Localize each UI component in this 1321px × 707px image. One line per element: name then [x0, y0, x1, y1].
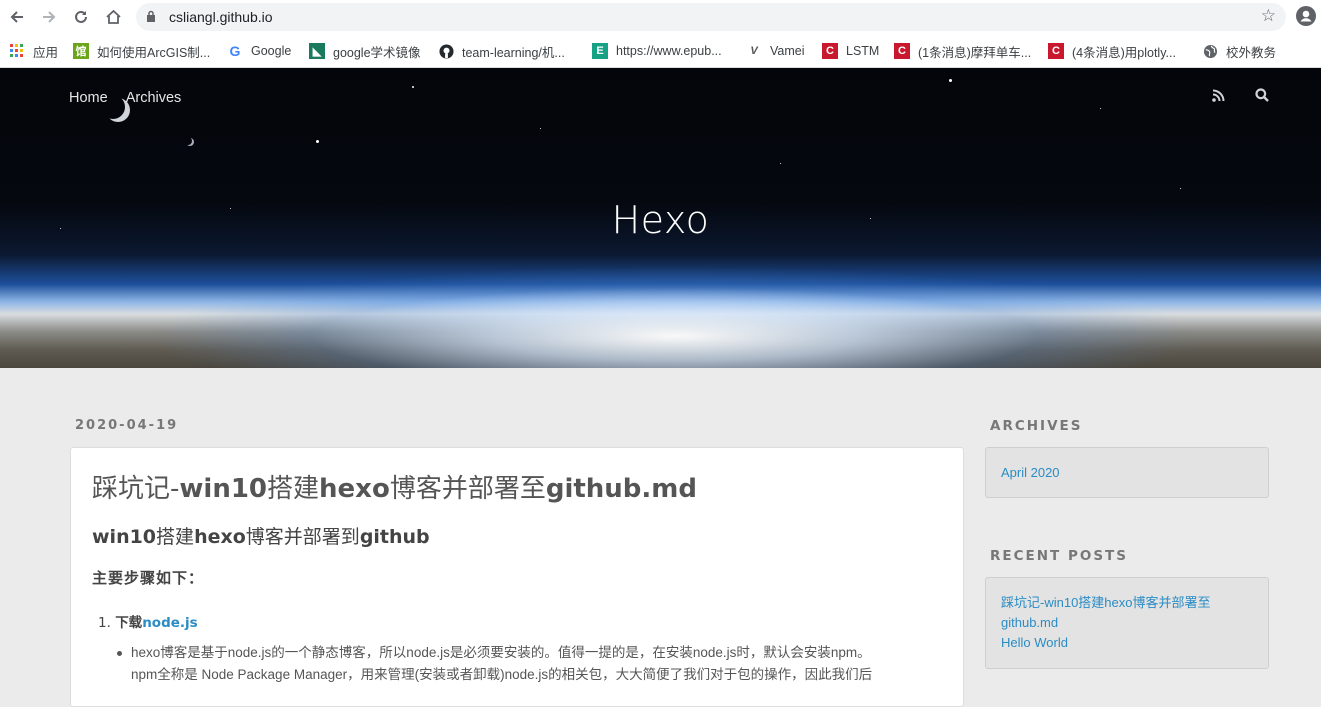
article-heading: win10搭建hexo博客并部署到github: [92, 526, 430, 548]
bookmark-star-icon[interactable]: ☆: [1261, 6, 1276, 26]
csdn-icon: C: [1048, 43, 1064, 59]
nodejs-link[interactable]: node.js: [142, 615, 198, 631]
epub-icon: E: [592, 43, 608, 59]
browser-toolbar: csliangl.github.io ☆: [0, 0, 1321, 34]
archives-heading: ARCHIVES: [990, 418, 1083, 434]
csdn-icon: C: [822, 43, 838, 59]
profile-avatar-icon[interactable]: [1296, 6, 1316, 26]
star-decoration: [1100, 108, 1101, 109]
recent-post-link[interactable]: github.md: [1001, 613, 1253, 633]
article-title[interactable]: 踩坑记-win10搭建hexo博客并部署至github.md: [92, 468, 697, 505]
library-icon: 馆: [73, 43, 89, 59]
reload-icon[interactable]: [70, 6, 92, 28]
scholar-icon: ◣: [309, 43, 325, 59]
address-bar[interactable]: csliangl.github.io ☆: [136, 3, 1286, 31]
apps-grid-icon: [9, 43, 25, 59]
bookmark-label: 校外教务: [1226, 45, 1277, 60]
recent-posts-heading: RECENT POSTS: [990, 548, 1128, 564]
recent-post-link[interactable]: Hello World: [1001, 633, 1253, 653]
bookmark-apps[interactable]: 应用: [9, 41, 58, 61]
recent-posts-widget: 踩坑记-win10搭建hexo博客并部署至 github.md Hello Wo…: [985, 577, 1269, 669]
globe-icon: [1202, 43, 1218, 59]
archives-widget: April 2020: [985, 447, 1269, 498]
paragraph-line: npm全称是 Node Package Manager，用来管理(安装或者卸载)…: [131, 667, 873, 682]
list-item: 1. 下载node.js: [98, 615, 198, 631]
article-card: 踩坑记-win10搭建hexo博客并部署至github.md win10搭建he…: [70, 447, 964, 707]
url-text: csliangl.github.io: [169, 9, 273, 25]
recent-post-link[interactable]: 踩坑记-win10搭建hexo博客并部署至: [1001, 593, 1253, 613]
star-decoration: [949, 79, 952, 82]
bookmark-label: 应用: [33, 45, 59, 60]
bookmark-mobike[interactable]: C (1条消息)摩拜单车...: [894, 41, 1031, 61]
archive-link-april-2020[interactable]: April 2020: [1001, 463, 1253, 483]
bookmark-label: Vamei: [770, 44, 805, 58]
bookmark-label: team-learning/机...: [462, 45, 565, 60]
bookmark-google-scholar[interactable]: ◣ google学术镜像: [309, 41, 421, 61]
list-item-bullet: hexo博客是基于node.js的一个静态博客，所以node.js是必须要安装的…: [117, 642, 931, 686]
star-decoration: [780, 163, 781, 164]
github-icon: [438, 43, 454, 59]
header-actions: [1212, 87, 1269, 106]
lock-icon: [147, 10, 155, 22]
paragraph-line: hexo博客是基于node.js的一个静态博客，所以node.js是必须要安装的…: [131, 645, 871, 660]
bookmark-label: https://www.epub...: [616, 44, 722, 58]
site-title[interactable]: Hexo: [0, 198, 1321, 242]
bookmark-epub[interactable]: E https://www.epub...: [592, 41, 722, 61]
google-icon: G: [229, 43, 241, 59]
bookmark-label: google学术镜像: [333, 45, 421, 60]
forward-arrow-icon[interactable]: [38, 6, 60, 28]
nav-archives-link[interactable]: Archives: [126, 90, 182, 106]
bookmark-label: LSTM: [846, 44, 880, 58]
article-subheading: 主要步骤如下：: [92, 569, 205, 587]
back-arrow-icon[interactable]: [6, 6, 28, 28]
bookmark-google[interactable]: G Google: [227, 41, 292, 61]
bookmark-label: 如何使用ArcGIS制...: [97, 45, 211, 60]
bookmark-arcgis[interactable]: 馆 如何使用ArcGIS制...: [73, 41, 210, 61]
bookmark-label: (4条消息)用plotly...: [1072, 45, 1176, 60]
bookmark-school[interactable]: 校外教务: [1202, 41, 1276, 61]
bookmark-lstm[interactable]: C LSTM: [822, 41, 879, 61]
bookmark-label: Google: [251, 44, 292, 58]
bookmarks-bar: 应用 馆 如何使用ArcGIS制... G Google ◣ google学术镜…: [0, 34, 1321, 68]
nav-home-link[interactable]: Home: [69, 90, 108, 106]
site-header-banner: Home Archives Hexo: [0, 68, 1321, 368]
main-navigation: Home Archives: [69, 90, 181, 106]
moon-decoration: [186, 138, 194, 146]
rss-icon[interactable]: [1212, 87, 1225, 106]
bookmark-team-learning[interactable]: team-learning/机...: [438, 41, 565, 61]
home-icon[interactable]: [102, 6, 124, 28]
search-icon[interactable]: [1255, 87, 1269, 106]
vamei-icon: V: [750, 45, 758, 57]
star-decoration: [316, 140, 319, 143]
bookmark-vamei[interactable]: V Vamei: [746, 41, 805, 61]
star-decoration: [412, 86, 414, 88]
star-decoration: [1180, 188, 1181, 189]
post-date[interactable]: 2020-04-19: [75, 418, 178, 433]
star-decoration: [540, 128, 541, 129]
csdn-icon: C: [894, 43, 910, 59]
bookmark-label: (1条消息)摩拜单车...: [918, 45, 1032, 60]
bookmark-plotly[interactable]: C (4条消息)用plotly...: [1048, 41, 1176, 61]
